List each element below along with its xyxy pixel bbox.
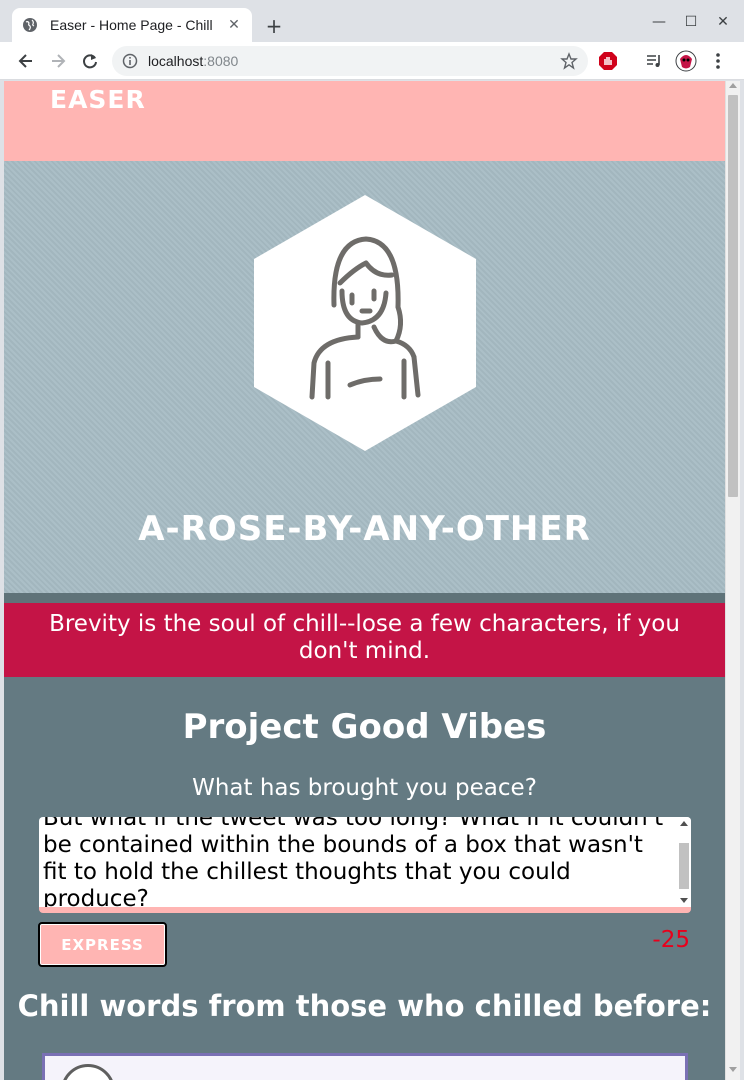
site-brand[interactable]: EASER xyxy=(50,85,146,114)
browser-tab-bar: Easer - Home Page - Chill ✕ + — ☐ ✕ xyxy=(0,0,744,42)
compose-section-title: Project Good Vibes xyxy=(182,707,547,747)
info-icon xyxy=(122,53,138,69)
site-header: EASER xyxy=(4,81,725,161)
compose-prompt: What has brought you peace? xyxy=(192,775,537,801)
page-scrollbar[interactable] xyxy=(725,81,740,1080)
address-bar[interactable]: localhost:8080 xyxy=(112,46,588,76)
url-host: localhost xyxy=(148,53,204,69)
adblock-extension-icon[interactable] xyxy=(596,49,620,73)
express-button[interactable]: EXPRESS xyxy=(38,922,167,967)
browser-menu-icon[interactable] xyxy=(706,49,730,73)
close-window-button[interactable]: ✕ xyxy=(708,10,738,34)
reload-button[interactable] xyxy=(76,47,104,75)
globe-icon xyxy=(22,17,38,33)
profile-avatar-icon[interactable] xyxy=(674,49,698,73)
character-counter: -25 xyxy=(652,927,690,953)
vibe-textarea-value[interactable]: But what if the tweet was too long? What… xyxy=(43,817,673,907)
back-button[interactable] xyxy=(12,47,40,75)
bookmark-star-icon[interactable] xyxy=(560,52,578,70)
textarea-scrollbar[interactable] xyxy=(677,817,691,907)
profile-hero: A-ROSE-BY-ANY-OTHER xyxy=(4,161,725,593)
browser-toolbar: localhost:8080 xyxy=(0,42,744,80)
scroll-down-arrow-icon[interactable] xyxy=(680,898,688,903)
feed-section-title: Chill words from those who chilled befor… xyxy=(17,989,712,1023)
forward-arrow-icon xyxy=(52,54,66,68)
browser-tab[interactable]: Easer - Home Page - Chill ✕ xyxy=(12,8,252,42)
maximize-button[interactable]: ☐ xyxy=(676,10,706,34)
new-tab-button[interactable]: + xyxy=(262,14,286,38)
profile-username: A-ROSE-BY-ANY-OTHER xyxy=(138,509,591,549)
divider xyxy=(4,593,725,603)
page-scroll-up-icon[interactable] xyxy=(729,83,737,88)
media-control-icon[interactable] xyxy=(642,49,666,73)
tab-close-icon[interactable]: ✕ xyxy=(226,17,242,33)
tab-title: Easer - Home Page - Chill xyxy=(50,17,213,33)
page-scroll-thumb[interactable] xyxy=(728,95,738,497)
brevity-alert-banner: Brevity is the soul of chill--lose a few… xyxy=(4,603,725,677)
reload-icon xyxy=(83,54,97,69)
vibe-textarea[interactable]: But what if the tweet was too long? What… xyxy=(39,817,691,913)
hexagon-avatar-frame xyxy=(254,195,476,451)
card-avatar xyxy=(61,1064,115,1080)
vibe-card xyxy=(42,1053,688,1080)
scroll-up-arrow-icon[interactable] xyxy=(680,821,688,826)
url-port: :8080 xyxy=(203,53,239,69)
back-arrow-icon xyxy=(18,54,32,68)
page-scroll-down-icon[interactable] xyxy=(729,1067,737,1072)
minimize-button[interactable]: — xyxy=(644,10,674,34)
page-viewport: EASER A-ROSE-BY-ANY-OTHER Brevity is the… xyxy=(4,81,725,1080)
forward-button[interactable] xyxy=(44,47,72,75)
textarea-scroll-thumb[interactable] xyxy=(679,843,689,889)
